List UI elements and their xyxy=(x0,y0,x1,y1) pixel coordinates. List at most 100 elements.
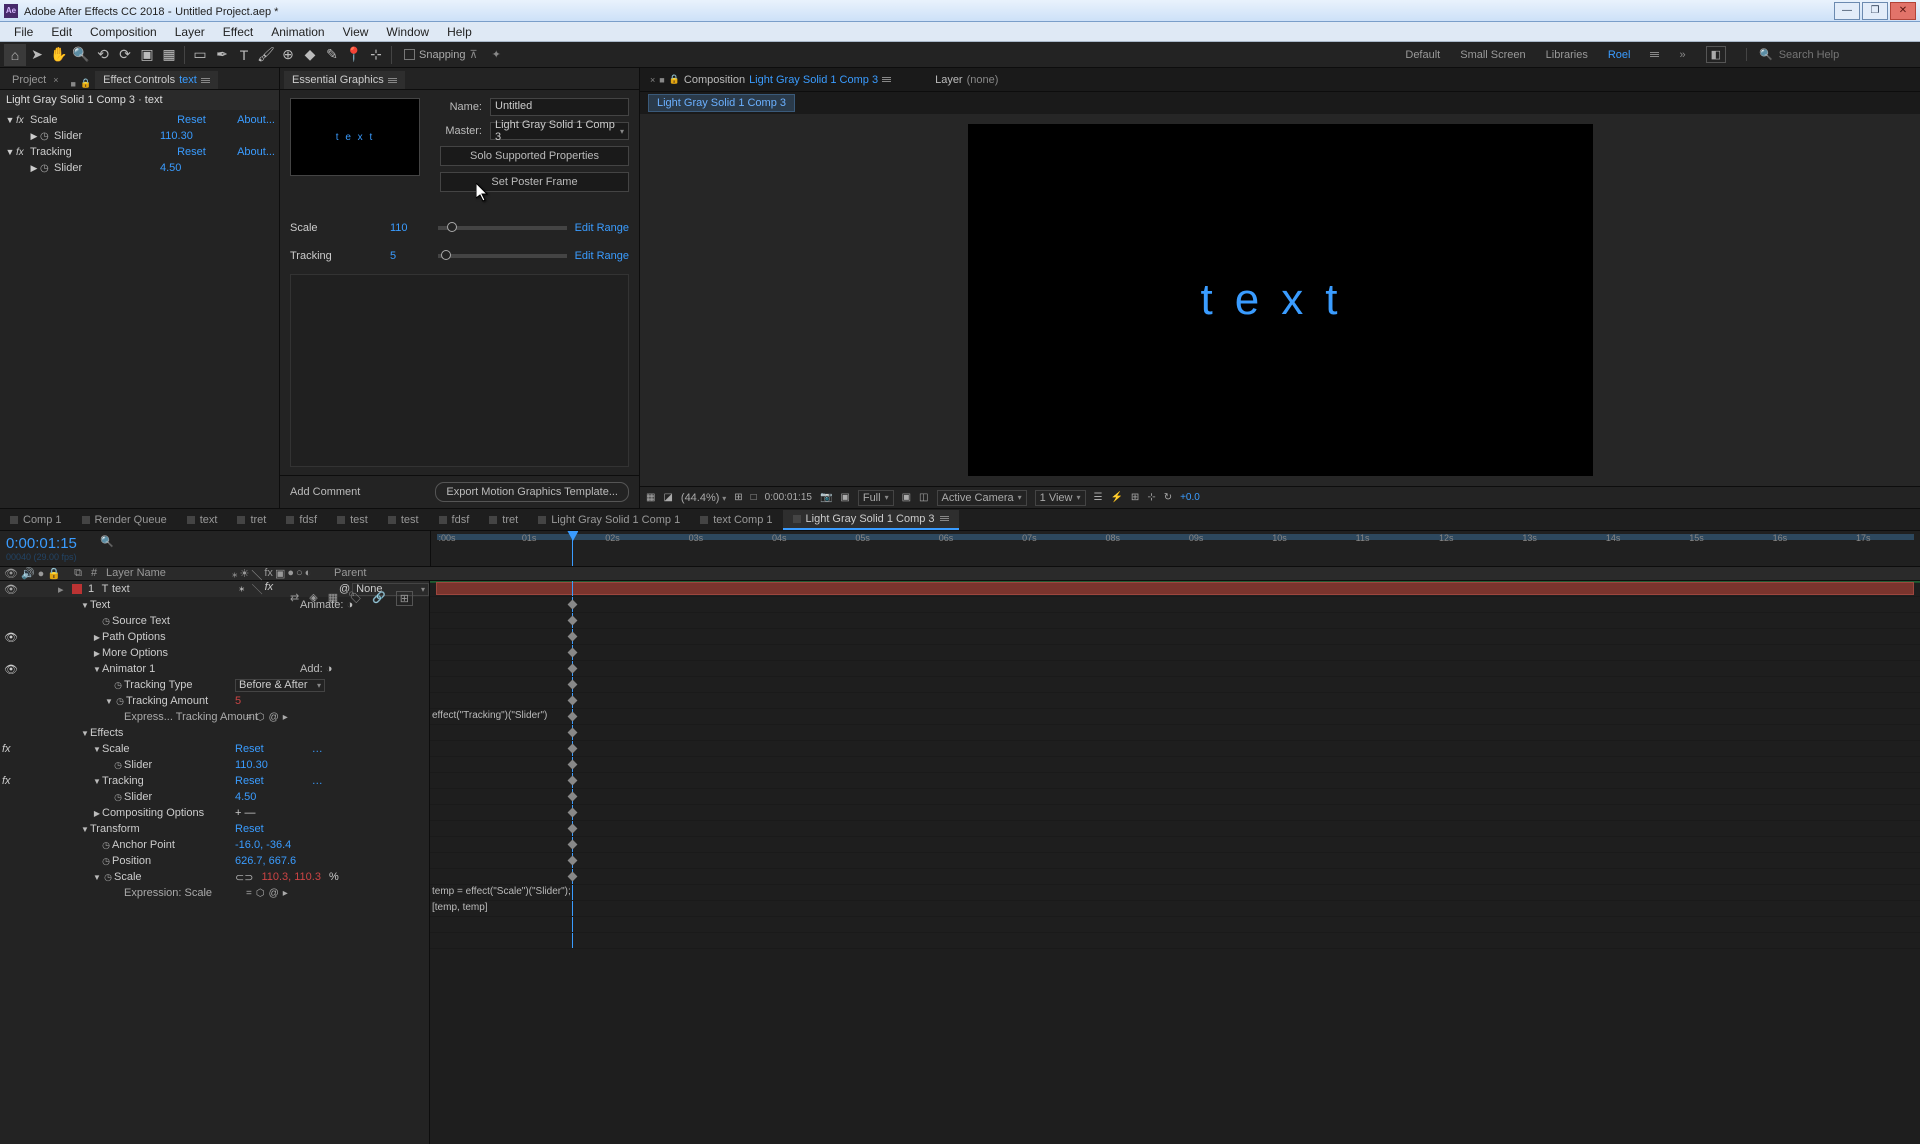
flowchart-item[interactable]: Light Gray Solid 1 Comp 3 xyxy=(648,94,795,112)
track-row[interactable] xyxy=(430,773,1920,789)
workspace-smallscreen[interactable]: Small Screen xyxy=(1460,49,1525,61)
caret-right-icon[interactable]: ▶ xyxy=(28,131,40,142)
pan-behind-tool-icon[interactable]: ▦ xyxy=(158,44,180,66)
slider-value[interactable]: 4.50 xyxy=(160,162,181,174)
roi-icon[interactable]: ▣ xyxy=(902,492,911,503)
lock-icon[interactable]: ■ xyxy=(71,79,76,89)
effect-name[interactable]: Scale xyxy=(30,114,177,126)
visibility-icon[interactable]: 👁 xyxy=(0,631,22,644)
options-link[interactable]: … xyxy=(312,743,323,755)
constrain-icon[interactable]: ⊂⊃ xyxy=(235,871,253,884)
keyframe-icon[interactable] xyxy=(567,728,577,738)
track-row[interactable] xyxy=(430,789,1920,805)
minimize-button[interactable]: — xyxy=(1834,2,1860,20)
track-row[interactable] xyxy=(430,757,1920,773)
caret-down-icon[interactable]: ▼ xyxy=(4,147,16,157)
local-axis-icon[interactable]: ⊹ xyxy=(365,44,387,66)
track-row[interactable] xyxy=(430,869,1920,885)
flowchart-icon[interactable]: ⊹ xyxy=(1147,492,1155,503)
track-row[interactable] xyxy=(430,693,1920,709)
transparency-icon[interactable]: ◫ xyxy=(919,492,928,503)
track-row[interactable] xyxy=(430,933,1920,949)
eg-prop-value[interactable]: 5 xyxy=(390,250,430,262)
checkbox-icon[interactable] xyxy=(404,49,415,60)
track-row[interactable] xyxy=(430,677,1920,693)
clone-tool-icon[interactable]: ⊕ xyxy=(277,44,299,66)
fx-badge-icon[interactable]: fx xyxy=(2,775,11,787)
views-dropdown[interactable]: 1 View▾ xyxy=(1035,490,1086,506)
pixel-aspect-icon[interactable]: ☰ xyxy=(1094,492,1103,503)
keyframe-icon[interactable] xyxy=(567,792,577,802)
slider-value[interactable]: 110.30 xyxy=(160,130,193,142)
visibility-icon[interactable]: 👁 xyxy=(0,663,22,676)
workspace-menu-icon[interactable] xyxy=(1650,52,1659,57)
slider-handle[interactable] xyxy=(447,222,457,232)
effect-name[interactable]: Tracking xyxy=(30,146,177,158)
eraser-tool-icon[interactable]: ◆ xyxy=(299,44,321,66)
keyframe-icon[interactable] xyxy=(567,776,577,786)
time-display[interactable]: 0:00:01:15 xyxy=(765,492,812,503)
workspace-default[interactable]: Default xyxy=(1405,49,1440,61)
track-row[interactable] xyxy=(430,821,1920,837)
panel-menu-icon[interactable] xyxy=(201,78,210,83)
lock-icon[interactable]: 🔒 xyxy=(669,74,680,85)
expr-pickwhip-icon[interactable]: @ xyxy=(269,888,279,899)
stopwatch-icon[interactable]: ◷ xyxy=(112,680,124,691)
keyframe-icon[interactable] xyxy=(567,856,577,866)
keyframe-icon[interactable] xyxy=(567,744,577,754)
zoom-tool-icon[interactable]: 🔍 xyxy=(70,44,92,66)
track-row[interactable]: [temp, temp] xyxy=(430,901,1920,917)
stopwatch-icon[interactable]: ◷ xyxy=(100,840,112,851)
keyframe-icon[interactable] xyxy=(567,664,577,674)
expression-text[interactable]: temp = effect("Scale")("Slider"); xyxy=(432,886,571,897)
timeline-tab[interactable]: test xyxy=(327,511,378,529)
lock-icon[interactable]: 🔒 xyxy=(80,78,91,89)
timeline-tab[interactable]: Light Gray Solid 1 Comp 1 xyxy=(528,511,690,529)
selection-tool-icon[interactable]: ➤ xyxy=(26,44,48,66)
edit-range-link[interactable]: Edit Range xyxy=(575,222,629,234)
track-row[interactable] xyxy=(430,581,1920,597)
keyframe-icon[interactable] xyxy=(567,808,577,818)
workspace-libraries[interactable]: Libraries xyxy=(1546,49,1588,61)
timeline-tab[interactable]: test xyxy=(378,511,429,529)
track-row[interactable] xyxy=(430,805,1920,821)
caret-right-icon[interactable]: ▶ xyxy=(28,163,40,174)
camera-tool-icon[interactable]: ▣ xyxy=(136,44,158,66)
expr-enable-icon[interactable]: = xyxy=(246,888,252,899)
layer-tab[interactable]: Layer (none) xyxy=(931,72,1002,88)
expr-pickwhip-icon[interactable]: @ xyxy=(269,712,279,723)
reset-link[interactable]: Reset xyxy=(177,146,237,158)
stopwatch-icon[interactable]: ◷ xyxy=(40,131,54,142)
track-row[interactable] xyxy=(430,597,1920,613)
visibility-icon[interactable]: 👁 xyxy=(0,583,22,596)
expr-graph-icon[interactable]: ⬡ xyxy=(256,712,265,723)
eg-prop-value[interactable]: 110 xyxy=(390,222,430,234)
hand-tool-icon[interactable]: ✋ xyxy=(48,44,70,66)
timeline-tab[interactable]: text Comp 1 xyxy=(690,511,782,529)
keyframe-icon[interactable] xyxy=(567,872,577,882)
master-dropdown[interactable]: Light Gray Solid 1 Comp 3▾ xyxy=(490,122,629,140)
panel-menu-icon[interactable] xyxy=(882,77,891,82)
menu-edit[interactable]: Edit xyxy=(43,23,80,41)
slider-handle[interactable] xyxy=(441,250,451,260)
keyframe-icon[interactable] xyxy=(567,840,577,850)
time-ruler[interactable]: :00s01s02s03s04s05s06s07s08s09s10s11s12s… xyxy=(430,531,1920,566)
expression-text[interactable]: [temp, temp] xyxy=(432,902,488,913)
expression-text[interactable]: effect("Tracking")("Slider") xyxy=(432,710,547,721)
show-snapshot-icon[interactable]: ▣ xyxy=(840,492,849,503)
menu-window[interactable]: Window xyxy=(378,23,437,41)
project-tab[interactable]: Project× xyxy=(4,71,67,89)
panel-menu-icon[interactable] xyxy=(388,78,397,83)
camera-dropdown[interactable]: Active Camera▾ xyxy=(937,490,1027,506)
track-row[interactable]: temp = effect("Scale")("Slider"); xyxy=(430,885,1920,901)
timeline-tab[interactable]: Comp 1 xyxy=(0,511,72,529)
menu-view[interactable]: View xyxy=(335,23,377,41)
track-row[interactable] xyxy=(430,645,1920,661)
keyframe-icon[interactable] xyxy=(567,648,577,658)
search-icon[interactable]: 🔍 xyxy=(100,535,114,548)
composition-tab[interactable]: × ■ 🔒 Composition Light Gray Solid 1 Com… xyxy=(646,72,895,88)
reset-link[interactable]: Reset xyxy=(235,823,264,835)
reset-link[interactable]: Reset xyxy=(235,743,264,755)
menu-help[interactable]: Help xyxy=(439,23,480,41)
menu-composition[interactable]: Composition xyxy=(82,23,165,41)
